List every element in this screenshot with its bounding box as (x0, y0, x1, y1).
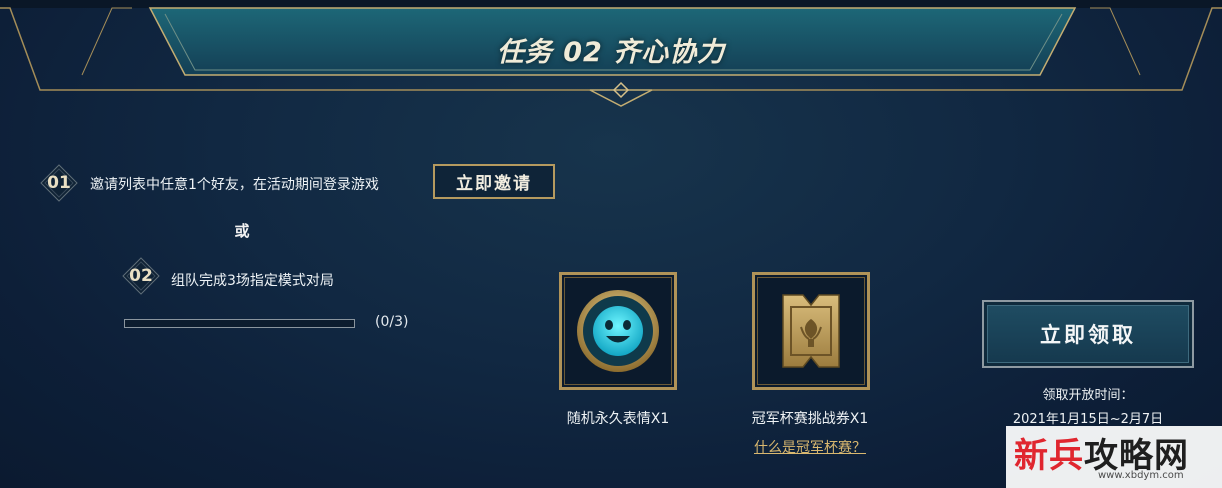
reward-ticket-label: 冠军杯赛挑战券X1 (751, 411, 869, 427)
task-2-text: 组队完成3场指定模式对局 (171, 273, 334, 289)
smiley-emote-icon (577, 290, 659, 372)
claim-now-button[interactable]: 立即领取 (982, 300, 1194, 368)
what-is-champion-cup-link[interactable]: 什么是冠军杯赛？ (720, 437, 900, 457)
reward-emote-slot[interactable] (559, 272, 677, 390)
step-number-01: 01 (47, 173, 71, 193)
task-2-progress-label: (0/3) (375, 314, 409, 330)
reward-ticket-slot[interactable] (752, 272, 870, 390)
step-number-02: 02 (129, 266, 153, 286)
invite-now-button[interactable]: 立即邀请 (433, 164, 555, 199)
champion-cup-ticket-icon (782, 294, 840, 368)
task-1-text: 邀请列表中任意1个好友，在活动期间登录游戏 (90, 177, 379, 193)
task-2-progress-bar (124, 319, 355, 328)
watermark-url: www.xbdym.com (1098, 470, 1184, 481)
claim-time-label: 领取开放时间： (1042, 388, 1134, 403)
claim-time-range: 2021年1月15日~2月7日 (1012, 412, 1164, 427)
or-divider-line-right (259, 230, 334, 232)
or-divider-text: 或 (234, 222, 250, 240)
mission-title: 任务 02 齐心协力 (496, 37, 726, 68)
reward-emote-label: 随机永久表情X1 (566, 411, 670, 427)
or-divider-line-left (150, 230, 225, 232)
site-watermark: 新兵攻略网 www.xbdym.com (1006, 426, 1222, 488)
